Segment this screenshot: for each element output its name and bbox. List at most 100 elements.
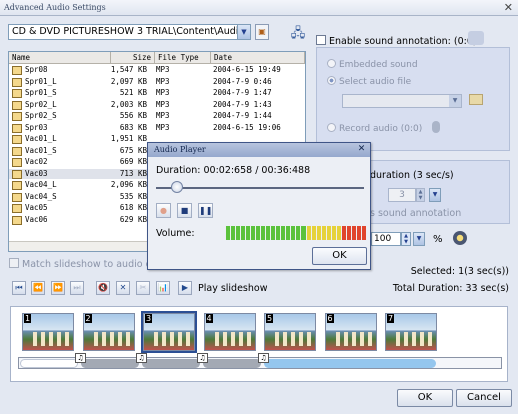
record-audio-radio[interactable]: Record audio (0:0)	[327, 123, 422, 134]
player-duration: Duration: 00:02:658 / 00:36:488	[156, 165, 311, 176]
audio-file-icon	[12, 181, 22, 190]
enable-annotation-row[interactable]: Enable sound annotation: (0:0)	[316, 35, 477, 47]
col-header-date[interactable]: Date	[211, 52, 305, 64]
file-name: Spr03	[25, 122, 48, 132]
selected-text: Selected: 1(3 sec(s))	[410, 266, 509, 277]
figure	[351, 332, 356, 346]
slide-thumbnail[interactable]: 2	[82, 313, 135, 351]
figure	[230, 332, 235, 346]
path-combo[interactable]: CD & DVD PICTURESHOW 3 TRIAL\Content\Aud…	[8, 24, 251, 40]
pause-button[interactable]: ❚❚	[198, 203, 213, 218]
forward-icon[interactable]: ⏩	[51, 281, 65, 295]
slide-number: 6	[326, 314, 334, 323]
rewind-icon[interactable]: ⏪	[31, 281, 45, 295]
slide-thumbnail[interactable]: 4	[203, 313, 256, 351]
first-icon[interactable]: ⏮	[12, 281, 26, 295]
folder-icon[interactable]	[469, 94, 483, 105]
table-row[interactable]: Spr02_L 2,003 KB MP3 2004-7-9 1:43	[9, 100, 305, 111]
speaker-icon[interactable]	[453, 231, 467, 245]
duration-dropdown-button[interactable]: ▼	[429, 188, 441, 202]
percent-dropdown-button[interactable]: ▼	[413, 232, 425, 246]
select-file-radio[interactable]: Select audio file	[327, 76, 411, 87]
percent-spin-icon[interactable]: ▲ ▼	[401, 232, 411, 246]
col-header-size[interactable]: Size	[111, 52, 155, 64]
path-dropdown-button[interactable]: ▼	[237, 24, 251, 40]
file-size: 618 KB	[119, 203, 147, 212]
match-slideshow-checkbox[interactable]	[9, 258, 19, 268]
cancel-button[interactable]: Cancel	[456, 389, 512, 407]
file-type: MP3	[156, 76, 170, 86]
file-size: 1,951 KB	[110, 134, 147, 143]
volume-percent-input[interactable]: 100	[371, 232, 401, 246]
volume-meter-bar	[356, 226, 361, 240]
figure	[41, 332, 45, 346]
volume-meter-bar	[231, 226, 236, 240]
percent-sign: %	[433, 234, 443, 245]
table-row[interactable]: Spr01_S 521 KB MP3 2004-7-9 1:47	[9, 88, 305, 99]
seek-knob[interactable]	[170, 181, 183, 193]
player-close-icon[interactable]: ✕	[356, 145, 367, 155]
delete-icon[interactable]: ✕	[116, 281, 130, 295]
table-row[interactable]: Spr08 1,547 KB MP3 2004-6-15 19:49	[9, 65, 305, 76]
figure	[343, 332, 348, 346]
slide-thumbnail[interactable]: 1	[22, 313, 74, 351]
slide-thumbnail[interactable]: 7	[385, 313, 437, 351]
match-slideshow-row[interactable]: Match slideshow to audio dur	[9, 258, 162, 270]
figure	[214, 332, 219, 346]
chevron-down-icon: ▼	[449, 95, 461, 107]
timeline-segment[interactable]	[142, 359, 200, 368]
match-slideshow-label: Match slideshow to audio dur	[22, 259, 162, 270]
col-header-type[interactable]: File Type	[155, 52, 211, 64]
volume-meter-bar	[251, 226, 256, 240]
slide-thumbnail[interactable]: 6	[324, 313, 377, 351]
network-icon[interactable]: 🖧	[289, 24, 307, 42]
col-header-name[interactable]: Name	[9, 52, 111, 64]
figure	[428, 332, 432, 346]
enable-annotation-checkbox[interactable]	[316, 35, 326, 45]
slide-number: 2	[84, 314, 92, 323]
volume-meter-bar	[326, 226, 331, 240]
file-date: 2004-6-15 19:49	[213, 65, 281, 74]
mic-settings-icon	[468, 31, 484, 45]
figure	[275, 332, 279, 346]
table-row[interactable]: Spr01_L 2,097 KB MP3 2004-7-9 0:46	[9, 77, 305, 88]
music-note-icon: ♫	[258, 353, 269, 363]
file-size: 675 KB	[119, 145, 147, 155]
storyboard[interactable]: 1 2 3 4 5 6 7 ♫ ♫ ♫ ♫	[10, 306, 508, 382]
timeline-segment[interactable]	[264, 359, 436, 368]
file-type: MP3	[156, 111, 170, 120]
timeline-segment[interactable]	[203, 359, 261, 368]
volume-label: Volume:	[156, 228, 195, 239]
player-ok-button[interactable]: OK	[312, 247, 367, 265]
seek-slider[interactable]	[156, 187, 364, 189]
play-slideshow-label[interactable]: Play slideshow	[198, 283, 268, 294]
file-size: 535 KB	[119, 191, 147, 201]
volume-meter-bar	[261, 226, 266, 240]
timeline-segment[interactable]	[20, 359, 78, 368]
table-row[interactable]: Spr02_S 556 KB MP3 2004-7-9 1:44	[9, 111, 305, 122]
play-icon[interactable]: ▶	[178, 281, 192, 295]
chart-icon[interactable]: 📊	[156, 281, 170, 295]
duration-stepper[interactable]: 3	[388, 188, 416, 202]
volume-meter[interactable]	[226, 226, 366, 240]
volume-meter-bar	[331, 226, 336, 240]
slide-thumbnail[interactable]: 3	[143, 313, 195, 351]
embedded-sound-radio[interactable]: Embedded sound	[327, 59, 418, 70]
mute-icon[interactable]: 🔇	[96, 281, 110, 295]
volume-meter-bar	[336, 226, 341, 240]
volume-meter-bar	[306, 226, 311, 240]
figure	[57, 332, 61, 346]
timeline-segment[interactable]	[81, 359, 139, 368]
stop-button[interactable]: ■	[177, 203, 192, 218]
table-row[interactable]: Spr03 683 KB MP3 2004-6-15 19:06	[9, 123, 305, 134]
cut-icon[interactable]: ✂	[136, 281, 150, 295]
last-icon[interactable]: ⏭	[70, 281, 84, 295]
record-button[interactable]: ●	[156, 203, 171, 218]
ok-button[interactable]: OK	[397, 389, 453, 407]
up-folder-button[interactable]: ▣	[255, 24, 269, 40]
slide-thumbnail[interactable]: 5	[264, 313, 316, 351]
audio-file-combo[interactable]: ▼	[342, 94, 462, 108]
close-icon[interactable]: ✕	[504, 1, 513, 14]
duration-spin-icon[interactable]: ▲ ▼	[416, 188, 425, 202]
file-name: Spr01_L	[25, 76, 57, 86]
